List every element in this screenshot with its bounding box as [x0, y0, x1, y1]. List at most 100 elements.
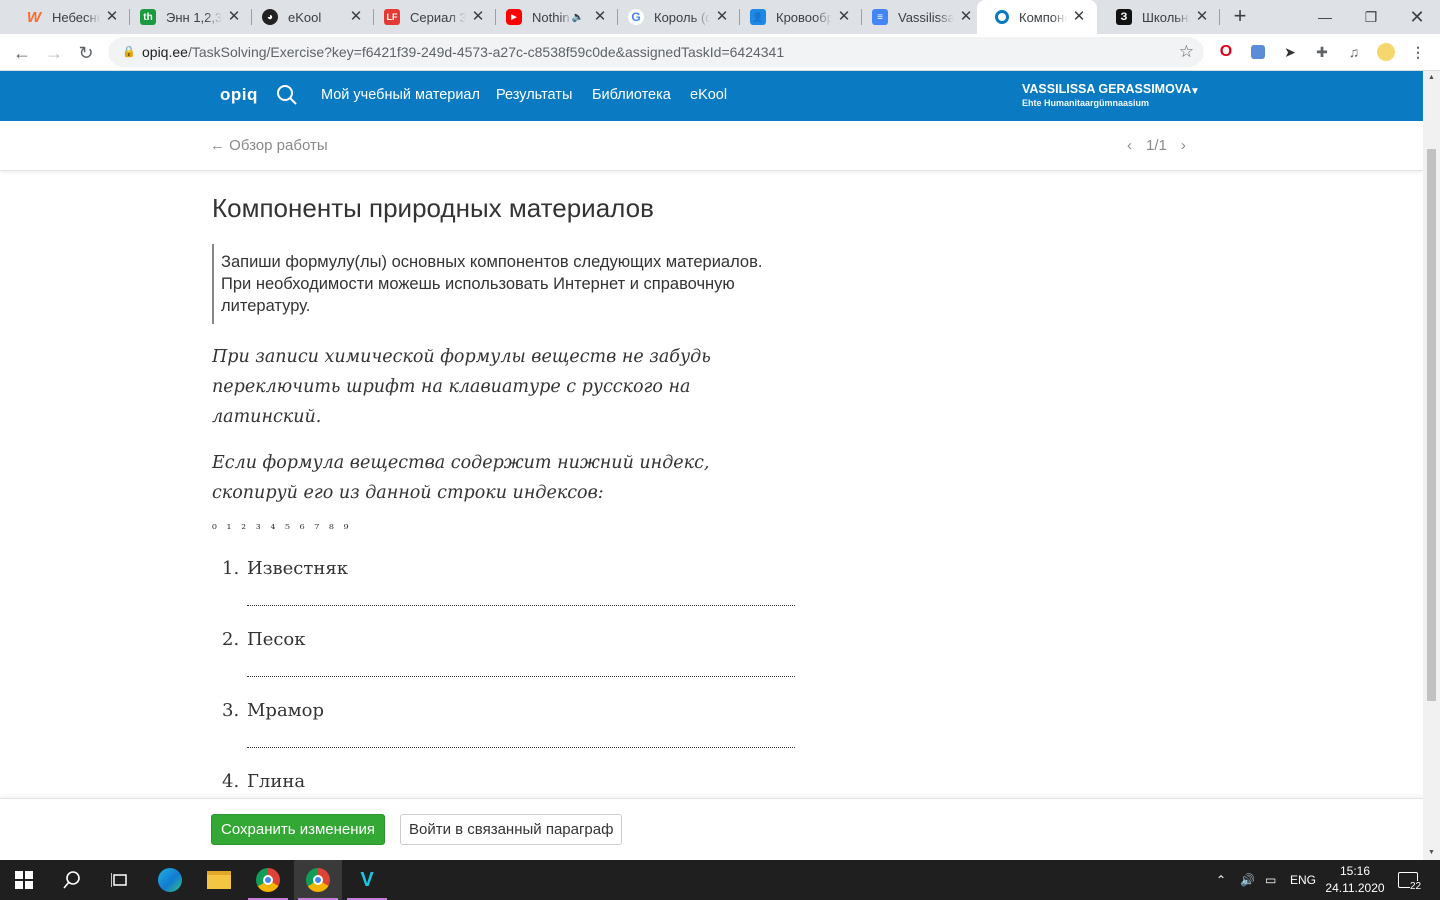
- close-tab-icon[interactable]: ✕: [226, 9, 242, 25]
- network-icon[interactable]: ▭: [1265, 860, 1276, 900]
- tab-title: Vassilissa C: [898, 9, 954, 25]
- search-icon[interactable]: [48, 860, 96, 900]
- url-host: opiq.ee: [142, 44, 188, 60]
- reload-icon[interactable]: ↻: [72, 39, 100, 67]
- close-tab-icon[interactable]: ✕: [104, 9, 120, 25]
- new-tab-icon[interactable]: +: [1229, 5, 1251, 27]
- lock-icon: 🔒: [122, 46, 136, 58]
- tab-title: Энн 1,2,3: [166, 9, 222, 25]
- restore-icon[interactable]: ❐: [1348, 0, 1394, 34]
- task-view-icon[interactable]: [96, 860, 144, 900]
- close-tab-icon[interactable]: ✕: [714, 9, 730, 25]
- notification-center-icon[interactable]: 22: [1398, 860, 1422, 900]
- browser-tab[interactable]: ◕ eKool ✕: [244, 0, 374, 34]
- classroom-icon: 👤: [750, 9, 766, 25]
- close-tab-icon[interactable]: ✕: [348, 9, 364, 25]
- forward-arrow-icon[interactable]: →: [40, 39, 68, 67]
- browser-tab[interactable]: th Энн 1,2,3 ✕: [122, 0, 252, 34]
- user-menu[interactable]: VASSILISSA GERASSIMOVA Ehte Humanitaargü…: [1022, 82, 1200, 108]
- media-control-icon[interactable]: ♫: [1344, 42, 1364, 62]
- close-tab-icon[interactable]: ✕: [1071, 9, 1087, 25]
- browser-tab-active[interactable]: Компонен ✕: [977, 0, 1097, 34]
- opiq-logo[interactable]: opiq: [220, 85, 258, 105]
- tab-title: eKool: [288, 9, 322, 25]
- scrollbar-thumb[interactable]: [1427, 149, 1436, 701]
- edge-browser-icon[interactable]: [146, 860, 194, 900]
- chevron-right-icon[interactable]: ›: [1181, 137, 1186, 154]
- file-explorer-icon[interactable]: [195, 860, 243, 900]
- browser-tab[interactable]: ▶ Nothin 🔈 ✕: [488, 0, 618, 34]
- url-path: /TaskSolving/Exercise?key=f6421f39-249d-…: [187, 44, 785, 60]
- minimize-icon[interactable]: —: [1302, 0, 1348, 34]
- close-tab-icon[interactable]: ✕: [470, 9, 486, 25]
- save-changes-button[interactable]: Сохранить изменения: [211, 814, 386, 845]
- browser-tab[interactable]: W Небесный ✕: [8, 0, 130, 34]
- answer-field[interactable]: [247, 675, 795, 677]
- profile-avatar[interactable]: [1376, 42, 1396, 62]
- chrome-active-icon[interactable]: [294, 860, 342, 900]
- web-page: opiq Мой учебный материал Результаты Биб…: [0, 71, 1423, 860]
- browser-toolbar: ← → ↻ 🔒 opiq.ee/TaskSolving/Exercise?key…: [0, 34, 1440, 71]
- windows-start-icon[interactable]: [0, 860, 48, 900]
- browser-tab[interactable]: ≡ Vassilissa C ✕: [854, 0, 984, 34]
- item-label: Мрамор: [247, 700, 325, 721]
- opiq-favicon-icon: [995, 10, 1009, 24]
- exercise-instruction: Запиши формулу(лы) основных компонентов …: [212, 244, 792, 324]
- close-tab-icon[interactable]: ✕: [1194, 9, 1210, 25]
- show-hidden-icons-icon[interactable]: ⌃: [1216, 860, 1226, 900]
- chevron-left-icon[interactable]: ‹: [1127, 137, 1132, 154]
- close-window-icon[interactable]: ✕: [1394, 0, 1440, 34]
- user-name: VASSILISSA GERASSIMOVA: [1022, 82, 1192, 96]
- url-text[interactable]: opiq.ee/TaskSolving/Exercise?key=f6421f3…: [142, 44, 784, 60]
- item-number: 4.: [222, 771, 240, 792]
- tab-title: Сериал За: [410, 9, 466, 25]
- answer-field[interactable]: [247, 746, 795, 748]
- back-to-overview-link[interactable]: ← Обзор работы: [210, 137, 328, 154]
- opera-extension-icon[interactable]: O: [1216, 42, 1236, 62]
- scroll-up-icon[interactable]: ▲: [1423, 71, 1440, 85]
- exercise-subbar: ← Обзор работы ‹ 1/1 ›: [0, 121, 1423, 171]
- tab-title: Nothin: [532, 9, 570, 25]
- clock-time: 15:16: [1339, 864, 1371, 878]
- bookmark-star-icon[interactable]: ☆: [1179, 42, 1194, 62]
- scroll-down-icon[interactable]: ▼: [1423, 846, 1440, 860]
- back-arrow-icon[interactable]: ←: [8, 39, 36, 67]
- favicon-icon: th: [140, 9, 156, 25]
- tab-title: Компонен: [1019, 9, 1067, 25]
- tab-title: Небесный: [52, 9, 100, 25]
- nav-my-materials[interactable]: Мой учебный материал: [321, 87, 480, 103]
- subscript-indices[interactable]: ₀ ₁ ₂ ₃ ₄ ₅ ₆ ₇ ₈ ₉: [212, 518, 812, 532]
- nav-library[interactable]: Библиотека: [592, 87, 671, 103]
- extension-icon[interactable]: [1248, 42, 1268, 62]
- nav-ekool[interactable]: eKool: [690, 87, 727, 103]
- arrow-left-icon: ←: [210, 137, 225, 154]
- browser-tab[interactable]: G Король (ф ✕: [610, 0, 740, 34]
- close-tab-icon[interactable]: ✕: [836, 9, 852, 25]
- language-indicator[interactable]: ENG: [1290, 860, 1316, 900]
- nav-results[interactable]: Результаты: [496, 87, 572, 103]
- chrome-icon[interactable]: [244, 860, 292, 900]
- action-footer: Сохранить изменения Войти в связанный па…: [0, 798, 1423, 860]
- browser-tab[interactable]: З Школьны ✕: [1098, 0, 1220, 34]
- browser-tab[interactable]: 👤 Кровообр ✕: [732, 0, 862, 34]
- puzzle-extensions-icon[interactable]: ✚: [1312, 42, 1332, 62]
- send-extension-icon[interactable]: ➤: [1280, 42, 1300, 62]
- address-bar[interactable]: 🔒 opiq.ee/TaskSolving/Exercise?key=f6421…: [108, 37, 1204, 67]
- notification-count: 22: [1410, 881, 1422, 892]
- page-scrollbar[interactable]: ▲ ▼: [1423, 71, 1440, 860]
- open-paragraph-button[interactable]: Войти в связанный параграф: [400, 814, 623, 845]
- clock[interactable]: 15:16 24.11.2020: [1318, 863, 1392, 897]
- volume-icon[interactable]: 🔊: [1240, 860, 1255, 900]
- favicon-icon: LF: [384, 9, 400, 25]
- task-list: 1. Известняк 2. Песок 3. Мрамор 4. Глина: [212, 550, 812, 834]
- list-item: 1. Известняк: [212, 550, 812, 621]
- menu-dots-icon[interactable]: ⋮: [1408, 42, 1428, 62]
- close-tab-icon[interactable]: ✕: [958, 9, 974, 25]
- browser-tab[interactable]: LF Сериал За ✕: [366, 0, 496, 34]
- pager: ‹ 1/1 ›: [1127, 137, 1186, 154]
- answer-field[interactable]: [247, 604, 795, 606]
- vpn-app-icon[interactable]: V: [343, 860, 391, 900]
- close-tab-icon[interactable]: ✕: [592, 9, 608, 25]
- audio-playing-icon[interactable]: 🔈: [572, 12, 584, 23]
- search-icon[interactable]: [276, 84, 298, 106]
